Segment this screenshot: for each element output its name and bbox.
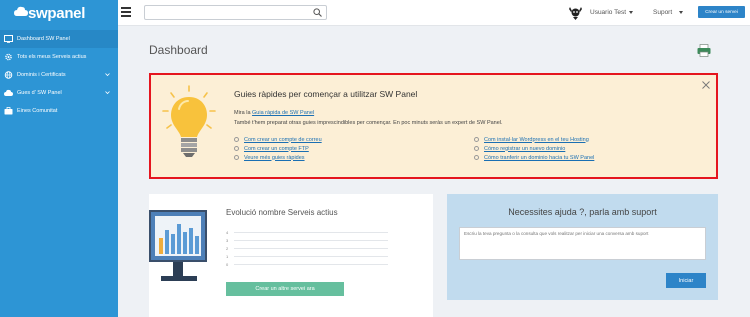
arrow-circle-icon [474,146,479,151]
arrow-circle-icon [234,155,239,160]
guide-intro-secondary: També t'hem preparat otras guies impresc… [234,120,503,126]
quick-guide-link[interactable]: Guia ràpida de SW Panel [252,110,314,116]
guide-link[interactable]: Cómo tranferir un dominio hacia tu SW Pa… [474,153,594,162]
support-card-title: Necessites ajuda ?, parla amb suport [508,207,657,217]
guide-link-label: Veure més guies ràpides [244,154,305,161]
y-tick-label: 1 [226,254,229,259]
arrow-circle-icon [234,146,239,151]
support-menu[interactable]: Suport [653,9,672,16]
logo[interactable]: swpanel [0,0,118,26]
y-tick-label: 2 [226,246,229,251]
guide-link-label: Cómo tranferir un dominio hacia tu SW Pa… [484,154,595,161]
support-question-input[interactable] [459,227,706,260]
cloud-icon [4,89,13,97]
sidebar-item-label: Dashboard SW Panel [17,36,70,42]
services-evolution-card: Evolució nombre Serveis actius 4 3 2 1 0… [149,194,433,317]
close-icon[interactable] [702,81,710,89]
menu-toggle-icon[interactable] [121,7,131,17]
search-icon[interactable] [313,8,322,17]
start-chat-button[interactable]: Iniciar [666,273,706,288]
gears-icon [4,53,13,61]
guide-link[interactable]: Cómo registrar un nuevo dominio [474,144,594,153]
swpanel-logo-icon [14,6,28,16]
guide-link[interactable]: Com crear un compte de correu [234,135,322,144]
sidebar-item-services[interactable]: Tots els meus Serveis actius [0,48,118,66]
guide-title: Guies ràpides per començar a utilitzar S… [234,89,418,99]
guide-intro-prefix: Mira la [234,110,253,116]
create-another-service-button[interactable]: Crear un altre servei ara [226,282,344,296]
sidebar: swpanel Dashboard SW Panel Tots els meus… [0,0,118,317]
topbar: Usuario Test Suport Crear un servei [118,0,750,26]
print-icon[interactable] [697,44,711,57]
y-tick-label: 3 [226,238,229,243]
guide-links-right: Com instal·lar Wordpress en el teu Hosti… [474,135,594,162]
guide-intro: Mira la Guia ràpida de SW Panel [234,110,314,116]
support-card: Necessites ajuda ?, parla amb suport Ini… [447,194,718,300]
sidebar-item-guides[interactable]: Gues d' SW Panel [0,84,118,102]
sidebar-item-label: Tots els meus Serveis actius [17,54,87,60]
search-box [144,5,327,25]
sidebar-item-label: Gues d' SW Panel [17,90,62,96]
caret-down-icon[interactable] [679,11,683,14]
services-chart: 4 3 2 1 0 [226,230,388,267]
briefcase-icon [4,107,13,115]
page-title: Dashboard [149,43,208,57]
monitor-chart-icon [149,210,207,281]
globe-icon [4,71,13,79]
logo-text: swpanel [28,4,86,22]
arrow-circle-icon [234,137,239,142]
user-menu[interactable]: Usuario Test [590,9,626,16]
sidebar-item-domains[interactable]: Dominis i Certificats [0,66,118,84]
search-input[interactable] [145,11,305,25]
guide-link-label: Com instal·lar Wordpress en el teu Hosti… [484,136,589,143]
chevron-down-icon [105,91,110,95]
services-card-title: Evolució nombre Serveis actius [226,208,338,217]
chevron-down-icon [105,73,110,77]
arrow-circle-icon [474,155,479,160]
y-tick-label: 4 [226,230,229,235]
sidebar-item-dashboard[interactable]: Dashboard SW Panel [0,30,118,48]
quick-guides-panel: Guies ràpides per començar a utilitzar S… [149,73,718,179]
guide-link-label: Com crear un compte de correu [244,136,322,143]
lightbulb-icon [162,85,216,157]
guide-links-left: Com crear un compte de correu Com crear … [234,135,322,162]
sidebar-item-label: Eines Comunitat [17,108,58,114]
y-tick-label: 0 [226,262,229,267]
sidebar-item-tools[interactable]: Eines Comunitat [0,102,118,120]
guide-link[interactable]: Com instal·lar Wordpress en el teu Hosti… [474,135,594,144]
guide-link-label: Com crear un compte FTP [244,145,309,152]
arrow-circle-icon [474,137,479,142]
sidebar-item-label: Dominis i Certificats [17,72,66,78]
create-service-button[interactable]: Crear un servei [698,6,745,18]
caret-down-icon[interactable] [629,11,633,14]
dashboard-icon [4,35,13,43]
guide-link[interactable]: Com crear un compte FTP [234,144,322,153]
sidebar-nav: Dashboard SW Panel Tots els meus Serveis… [0,30,118,120]
guide-link[interactable]: Veure més guies ràpides [234,153,322,162]
avatar[interactable] [567,4,584,21]
guide-link-label: Cómo registrar un nuevo dominio [484,145,566,152]
